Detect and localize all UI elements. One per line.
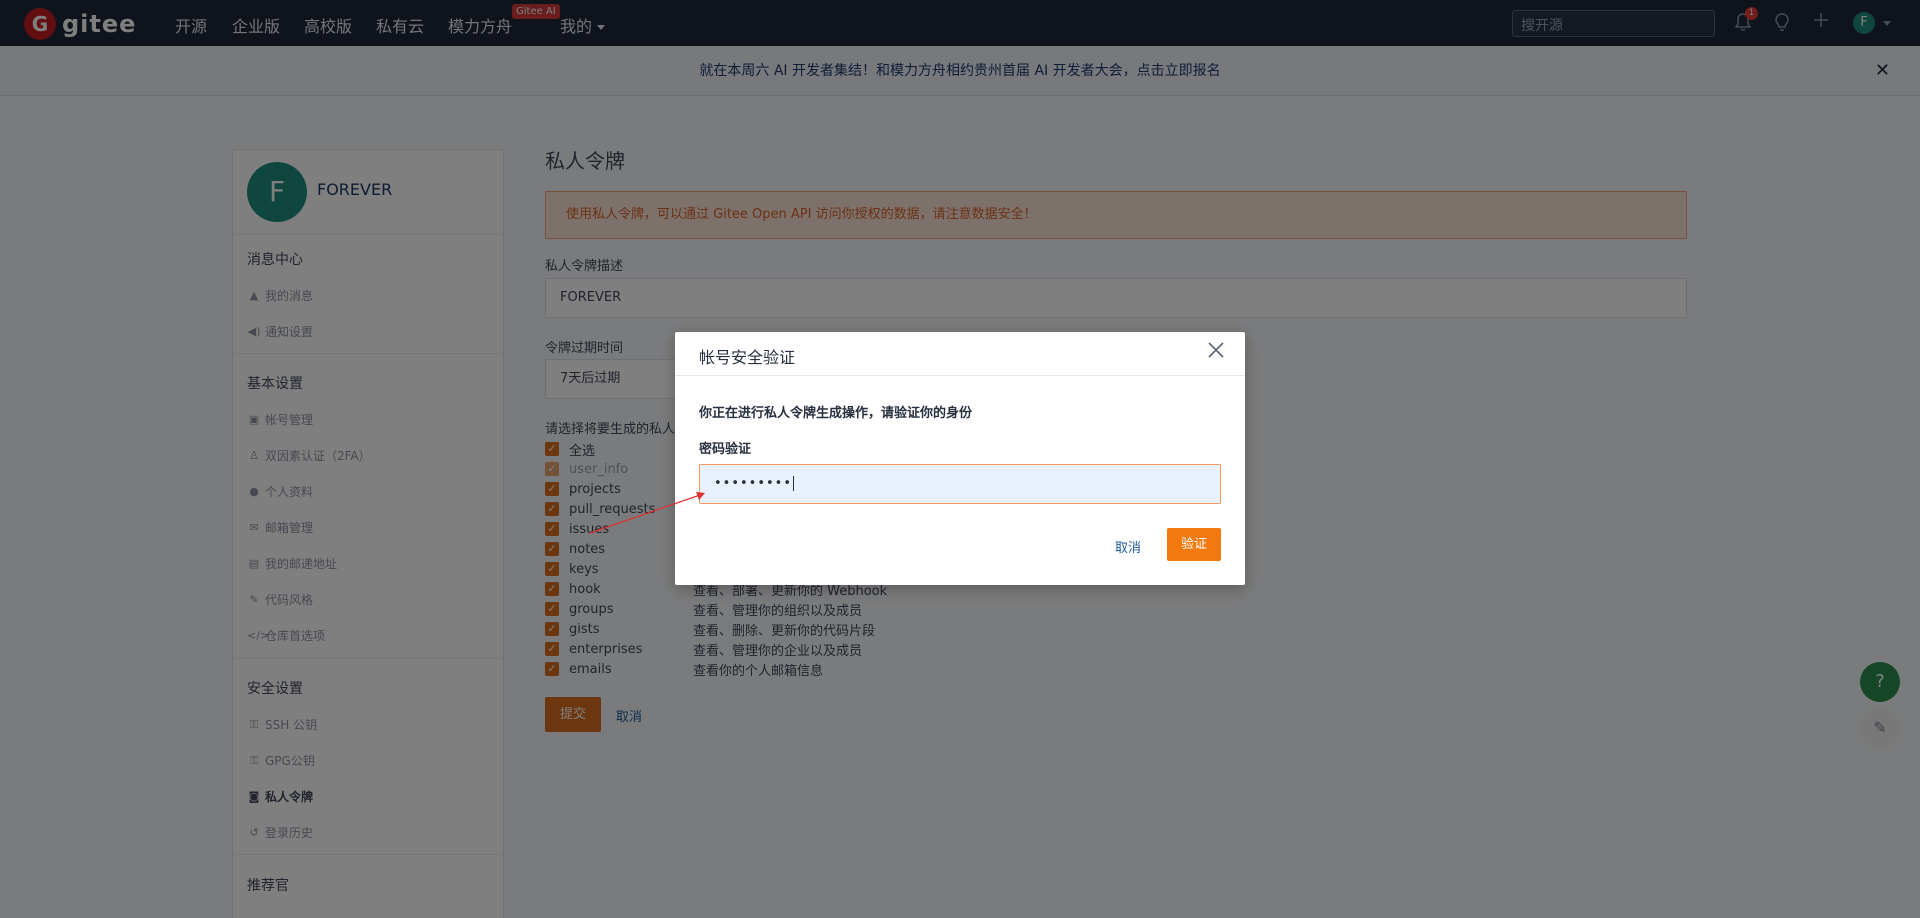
dialog-message: 你正在进行私人令牌生成操作，请验证你的身份 bbox=[699, 406, 973, 421]
text-cursor bbox=[793, 476, 795, 491]
close-icon[interactable] bbox=[1207, 341, 1225, 365]
dialog-header: 帐号安全验证 bbox=[675, 332, 1245, 376]
dialog-cancel-button[interactable]: 取消 bbox=[1115, 537, 1141, 556]
password-input[interactable]: ••••••••• bbox=[699, 464, 1221, 504]
password-label: 密码验证 bbox=[699, 442, 752, 457]
dialog-title: 帐号安全验证 bbox=[699, 348, 796, 367]
account-verification-dialog: 帐号安全验证 你正在进行私人令牌生成操作，请验证你的身份 密码验证 ••••••… bbox=[675, 332, 1245, 585]
verify-button[interactable]: 验证 bbox=[1167, 528, 1221, 561]
password-value: ••••••••• bbox=[714, 476, 793, 491]
